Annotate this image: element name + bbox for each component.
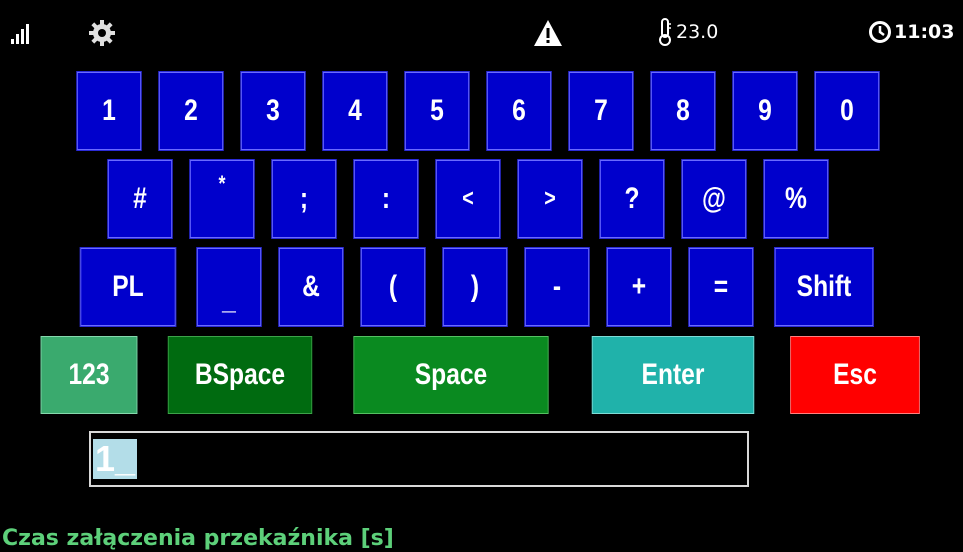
key-9[interactable]: 9 bbox=[732, 71, 798, 151]
key-at[interactable]: @ bbox=[681, 159, 747, 239]
key-plus[interactable]: + bbox=[606, 247, 672, 327]
key-greater-than[interactable]: > bbox=[517, 159, 583, 239]
key-0[interactable]: 0 bbox=[814, 71, 880, 151]
key-less-than[interactable]: < bbox=[435, 159, 501, 239]
key-label: < bbox=[462, 185, 474, 212]
input-value: 1_ bbox=[93, 438, 138, 479]
key-backspace[interactable]: BSpace bbox=[167, 336, 313, 414]
key-8[interactable]: 8 bbox=[650, 71, 716, 151]
key-label: - bbox=[552, 270, 562, 303]
key-left-paren[interactable]: ( bbox=[360, 247, 426, 327]
thermometer-icon bbox=[659, 18, 671, 46]
field-label: Czas załączenia przekaźnika [s] bbox=[2, 526, 394, 551]
key-label: Esc bbox=[833, 358, 877, 391]
key-label: & bbox=[302, 270, 320, 303]
key-label: _ bbox=[222, 283, 236, 316]
temperature-value: 23.0 bbox=[676, 21, 719, 43]
key-label: ( bbox=[388, 270, 398, 303]
key-semicolon[interactable]: ; bbox=[271, 159, 337, 239]
key-pl[interactable]: PL bbox=[79, 247, 177, 327]
key-4[interactable]: 4 bbox=[322, 71, 388, 151]
key-right-paren[interactable]: ) bbox=[442, 247, 508, 327]
key-asterisk[interactable]: * bbox=[189, 159, 255, 239]
key-label: ? bbox=[624, 182, 640, 215]
key-label: + bbox=[631, 270, 647, 303]
key-label: @ bbox=[701, 182, 726, 215]
key-label: BSpace bbox=[194, 358, 286, 391]
key-label: 6 bbox=[512, 94, 526, 127]
key-1[interactable]: 1 bbox=[76, 71, 142, 151]
key-label: 123 bbox=[68, 358, 110, 391]
key-underscore[interactable]: _ bbox=[196, 247, 262, 327]
key-label: % bbox=[785, 182, 807, 215]
key-label: 9 bbox=[758, 94, 772, 127]
key-equals[interactable]: = bbox=[688, 247, 754, 327]
clock-icon bbox=[869, 21, 891, 43]
key-label: PL bbox=[112, 270, 144, 303]
key-6[interactable]: 6 bbox=[486, 71, 552, 151]
key-label: 0 bbox=[840, 94, 854, 127]
key-label: Shift bbox=[796, 270, 852, 303]
key-label: * bbox=[218, 171, 226, 196]
key-label: Space bbox=[414, 358, 488, 391]
key-3[interactable]: 3 bbox=[240, 71, 306, 151]
key-label: > bbox=[544, 185, 556, 212]
key-shift[interactable]: Shift bbox=[773, 247, 875, 327]
key-label: 2 bbox=[184, 94, 198, 127]
key-esc[interactable]: Esc bbox=[790, 336, 920, 414]
key-label: 8 bbox=[676, 94, 690, 127]
key-label: Enter bbox=[641, 358, 705, 391]
key-7[interactable]: 7 bbox=[568, 71, 634, 151]
key-label: ; bbox=[299, 182, 309, 215]
key-space[interactable]: Space bbox=[353, 336, 549, 414]
key-label: # bbox=[133, 182, 147, 215]
key-label: 1 bbox=[102, 94, 116, 127]
warning-icon bbox=[534, 20, 562, 46]
key-minus[interactable]: - bbox=[524, 247, 590, 327]
clock-time: 11:03 bbox=[894, 21, 955, 43]
key-enter[interactable]: Enter bbox=[591, 336, 755, 414]
key-question[interactable]: ? bbox=[599, 159, 665, 239]
key-2[interactable]: 2 bbox=[158, 71, 224, 151]
gear-icon[interactable] bbox=[89, 20, 115, 46]
key-label: : bbox=[381, 182, 391, 215]
key-label: 5 bbox=[430, 94, 444, 127]
value-input[interactable]: 1_ bbox=[89, 431, 749, 487]
key-hash[interactable]: # bbox=[107, 159, 173, 239]
key-colon[interactable]: : bbox=[353, 159, 419, 239]
key-ampersand[interactable]: & bbox=[278, 247, 344, 327]
key-label: ) bbox=[470, 270, 480, 303]
key-123[interactable]: 123 bbox=[40, 336, 138, 414]
key-label: 7 bbox=[594, 94, 608, 127]
key-5[interactable]: 5 bbox=[404, 71, 470, 151]
key-label: 4 bbox=[348, 94, 362, 127]
signal-icon bbox=[11, 24, 29, 44]
status-bar: 23.0 11:03 bbox=[0, 0, 963, 60]
key-percent[interactable]: % bbox=[763, 159, 829, 239]
key-label: 3 bbox=[266, 94, 280, 127]
key-label: = bbox=[713, 270, 729, 303]
